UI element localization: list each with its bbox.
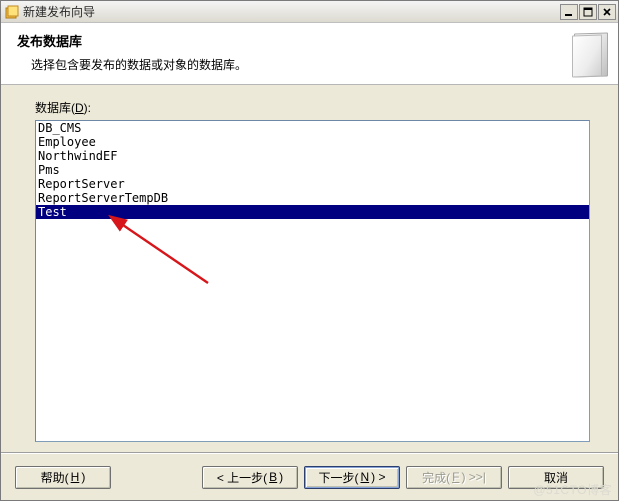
list-item[interactable]: ReportServer <box>36 177 589 191</box>
finish-button: 完成(F) >>| <box>406 466 502 489</box>
minimize-button[interactable] <box>560 4 578 20</box>
cancel-button[interactable]: 取消 <box>508 466 604 489</box>
list-item[interactable]: ReportServerTempDB <box>36 191 589 205</box>
app-icon <box>5 5 19 19</box>
list-item[interactable]: Pms <box>36 163 589 177</box>
list-item[interactable]: DB_CMS <box>36 121 589 135</box>
database-listbox[interactable]: DB_CMSEmployeeNorthwindEFPmsReportServer… <box>35 120 590 442</box>
database-field-label: 数据库(D): <box>35 99 590 116</box>
content-area: 数据库(D): DB_CMSEmployeeNorthwindEFPmsRepo… <box>1 85 618 452</box>
maximize-button[interactable] <box>579 4 597 20</box>
list-item[interactable]: Employee <box>36 135 589 149</box>
header-graphic-icon <box>562 31 608 81</box>
page-subtitle: 选择包含要发布的数据或对象的数据库。 <box>31 56 562 73</box>
page-title: 发布数据库 <box>17 31 562 50</box>
list-item[interactable]: Test <box>36 205 589 219</box>
annotation-arrow-icon <box>108 215 228 295</box>
window-controls <box>559 4 616 20</box>
help-button[interactable]: 帮助(H) <box>15 466 111 489</box>
button-row: 帮助(H) < 上一步(B) 下一步(N) > 完成(F) >>| 取消 <box>1 454 618 500</box>
wizard-header: 发布数据库 选择包含要发布的数据或对象的数据库。 <box>1 23 618 85</box>
list-item[interactable]: NorthwindEF <box>36 149 589 163</box>
window-title: 新建发布向导 <box>23 3 559 20</box>
back-button[interactable]: < 上一步(B) <box>202 466 298 489</box>
wizard-window: 新建发布向导 发布数据库 选择包含要发布的数据或对象的数据库。 数据库(D): <box>0 0 619 501</box>
next-button[interactable]: 下一步(N) > <box>304 466 400 489</box>
close-button[interactable] <box>598 4 616 20</box>
titlebar: 新建发布向导 <box>1 1 618 23</box>
